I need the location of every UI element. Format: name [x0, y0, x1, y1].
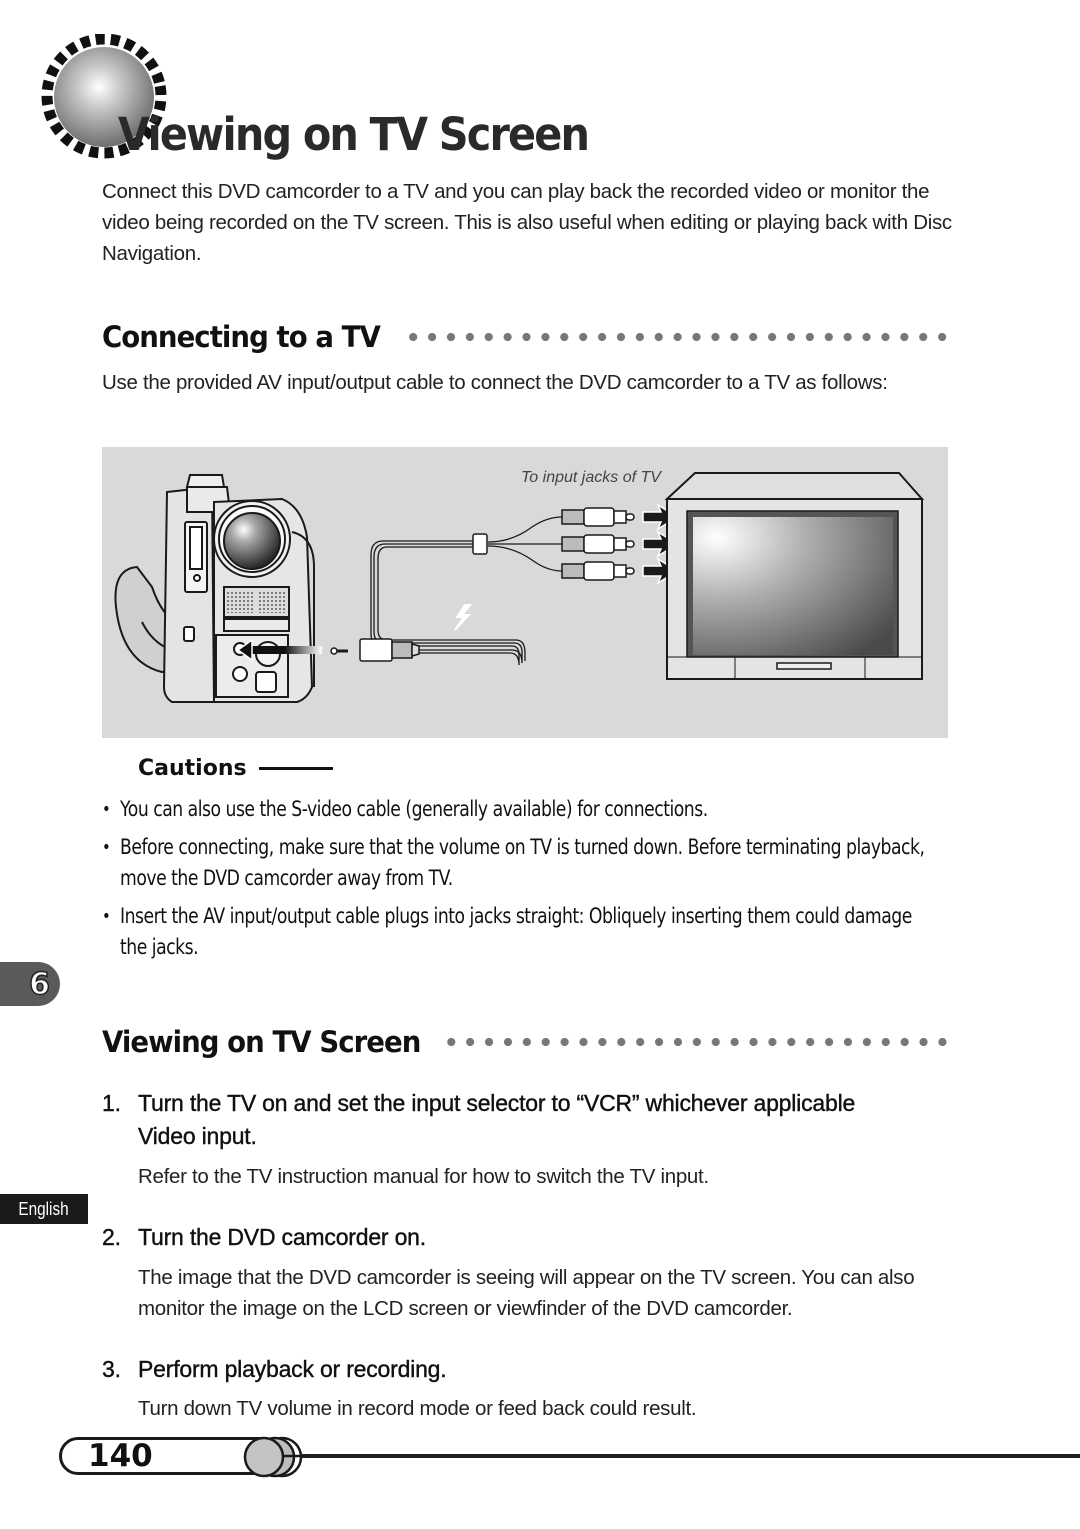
camcorder-illustration: [114, 474, 315, 703]
step-number: 3.: [102, 1356, 121, 1382]
caution-text: Insert the AV input/output cable plugs i…: [120, 904, 912, 959]
caution-item: • You can also use the S-video cable (ge…: [102, 794, 938, 825]
page-title: Viewing on TV Screen: [118, 108, 590, 161]
step-title: Turn the TV on and set the input selecto…: [138, 1090, 856, 1149]
rca-plugs-illustration: [561, 507, 635, 581]
cautions-heading-text: Cautions: [138, 756, 247, 781]
language-label: English: [18, 1198, 70, 1219]
language-tab: English: [0, 1194, 88, 1224]
connecting-paragraph: Use the provided AV input/output cable t…: [102, 371, 888, 394]
bullet-icon: •: [102, 906, 111, 927]
connection-illustration: [114, 472, 925, 703]
section-heading-text: Connecting to a TV: [102, 320, 381, 354]
footer-rule: [300, 1454, 1080, 1458]
caution-item: • Insert the AV input/output cable plugs…: [102, 901, 938, 963]
step-title: Turn the DVD camcorder on.: [138, 1224, 427, 1250]
step-description: Turn down TV volume in record mode or fe…: [138, 1397, 697, 1420]
page-number: 140: [88, 1438, 153, 1474]
cable-break-icon: [454, 604, 473, 631]
step-description: The image that the DVD camcorder is seei…: [138, 1266, 915, 1320]
dot-leader: [404, 332, 952, 342]
cable-splitter: [472, 533, 488, 555]
connection-diagram: [102, 447, 948, 738]
step-number: 2.: [102, 1224, 121, 1250]
intro-paragraph: Connect this DVD camcorder to a TV and y…: [102, 180, 952, 265]
dot-leader: [447, 1037, 952, 1047]
step-title: Perform playback or recording.: [138, 1356, 447, 1382]
tv-illustration: [664, 472, 925, 680]
caution-text: You can also use the S-video cable (gene…: [120, 797, 708, 821]
cautions-list: • You can also use the S-video cable (ge…: [102, 794, 952, 970]
step-2: 2. Turn the DVD camcorder on.: [102, 1221, 898, 1254]
mini-plug-illustration: [330, 638, 420, 662]
section-heading-viewing: Viewing on TV Screen: [102, 1022, 952, 1062]
bullet-icon: •: [102, 837, 111, 858]
step-description: Refer to the TV instruction manual for h…: [138, 1165, 709, 1188]
step-1: 1. Turn the TV on and set the input sele…: [102, 1087, 898, 1153]
chapter-tab: 6: [0, 962, 60, 1006]
caution-item: • Before connecting, make sure that the …: [102, 832, 938, 894]
chapter-number: 6: [28, 966, 50, 1003]
step-3: 3. Perform playback or recording.: [102, 1353, 898, 1386]
step-number: 1.: [102, 1090, 121, 1116]
caution-text: Before connecting, make sure that the vo…: [120, 835, 925, 890]
section-heading-text: Viewing on TV Screen: [102, 1025, 421, 1059]
cautions-heading: Cautions: [138, 756, 333, 781]
bullet-icon: •: [102, 799, 111, 820]
diagram-caption: To input jacks of TV: [521, 469, 661, 486]
section-heading-connecting: Connecting to a TV: [102, 317, 952, 357]
cautions-rule: [258, 767, 333, 770]
